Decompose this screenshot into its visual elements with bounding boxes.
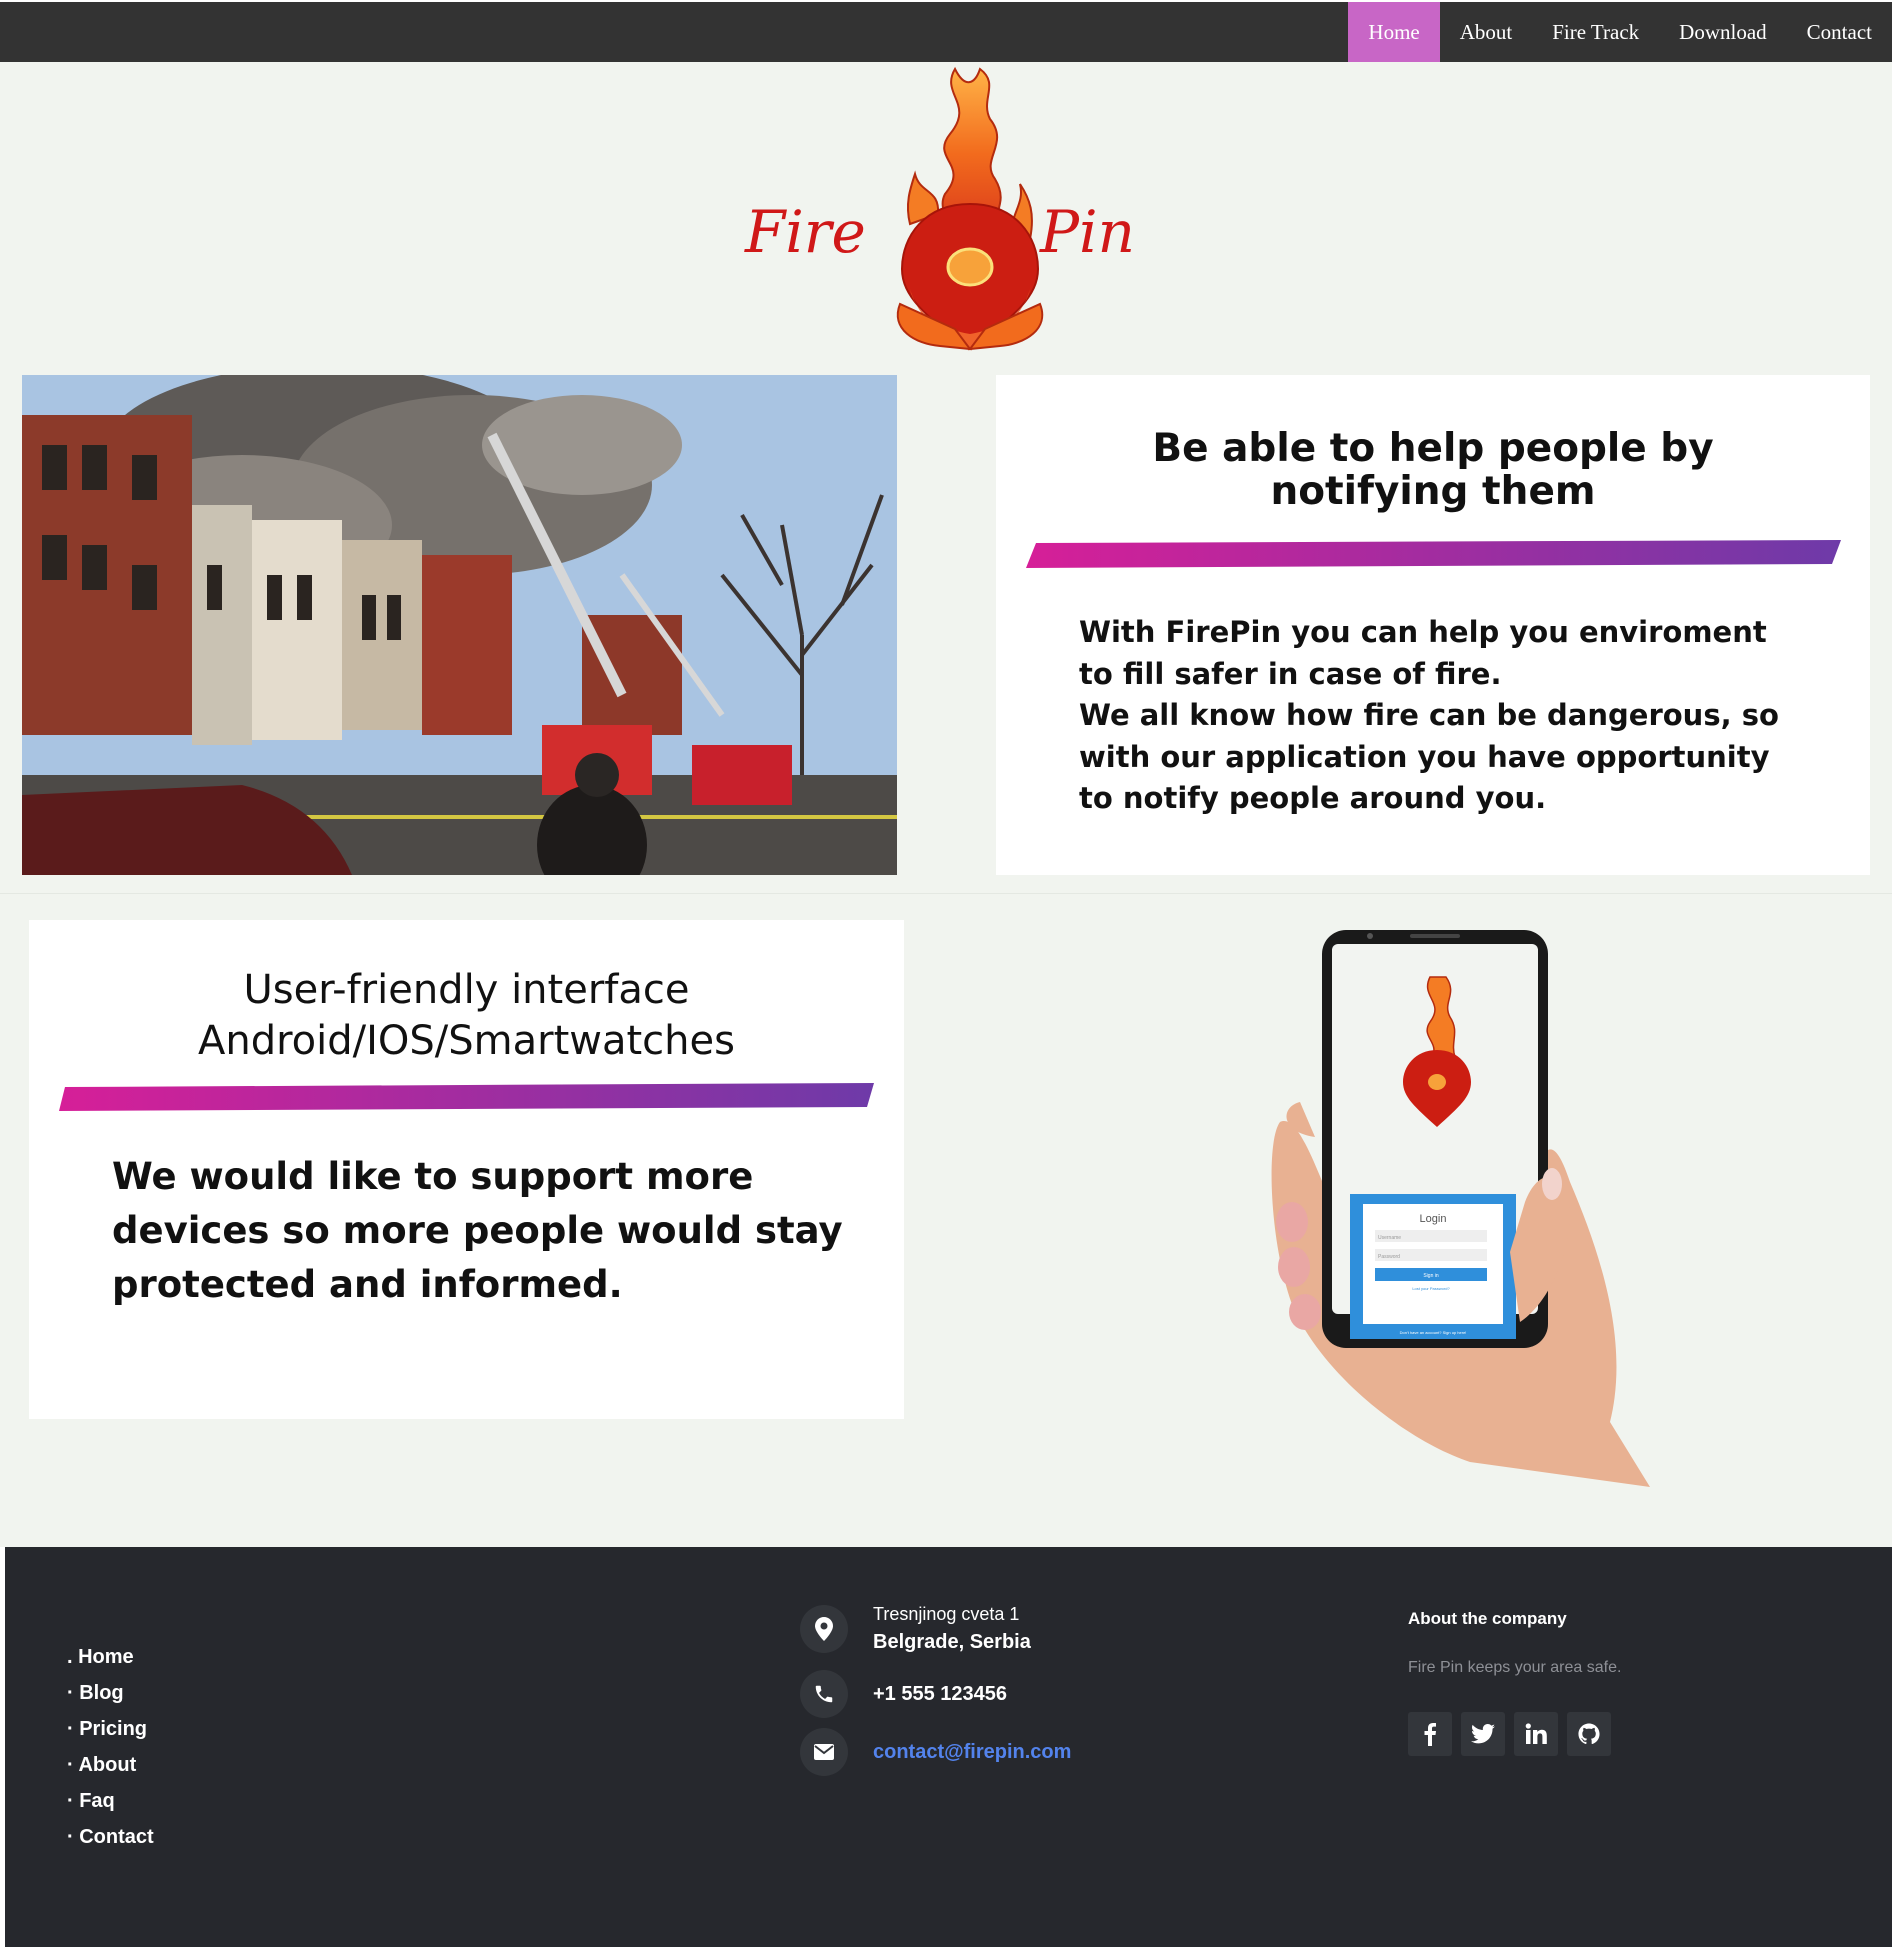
accent-bar <box>59 1083 874 1111</box>
phone-username-field: Username <box>1378 1235 1401 1241</box>
about-company-text: Fire Pin keeps your area safe. <box>1408 1659 1622 1676</box>
logo-word-pin: Pin <box>1039 198 1135 266</box>
feature-devices-body: We would like to support more devices so… <box>112 1155 843 1306</box>
footer-address: Tresnjinog cveta 1 Belgrade, Serbia <box>800 1604 1031 1654</box>
footer-link-about[interactable]: · About <box>67 1747 154 1783</box>
footer-link-blog[interactable]: · Blog <box>67 1675 154 1711</box>
nav-about[interactable]: About <box>1440 2 1533 62</box>
nav-download[interactable]: Download <box>1659 2 1787 62</box>
footer-phone: +1 555 123456 <box>800 1670 1007 1718</box>
footer-link-faq[interactable]: · Faq <box>67 1783 154 1819</box>
accent-bar <box>1026 540 1841 568</box>
footer-link-contact[interactable]: · Contact <box>67 1819 154 1855</box>
map-marker-icon <box>800 1605 848 1653</box>
facebook-icon[interactable] <box>1408 1712 1452 1756</box>
feature-notify-title: Be able to help people by notifying them <box>1152 426 1714 514</box>
email-link[interactable]: contact@firepin.com <box>873 1741 1071 1764</box>
about-company-title: About the company <box>1408 1609 1567 1628</box>
section-divider <box>0 893 1892 894</box>
logo-word-fire: Fire <box>744 198 866 266</box>
main-content: Fire Pin Be able to help people by notif… <box>0 62 1892 1547</box>
social-links <box>1408 1712 1808 1756</box>
phone-icon <box>800 1670 848 1718</box>
footer-link-home[interactable]: . Home <box>67 1639 154 1675</box>
feature-notify-body: With FirePin you can help you enviroment… <box>1079 615 1779 815</box>
footer-nav: . Home · Blog · Pricing · About · Faq · … <box>67 1639 154 1855</box>
feature-devices-title: User-friendly interface Android/IOS/Smar… <box>198 967 735 1064</box>
linkedin-icon[interactable] <box>1514 1712 1558 1756</box>
site-footer: . Home · Blog · Pricing · About · Faq · … <box>5 1547 1892 1947</box>
phone-in-hand-image: LG Login Username Password Sign in Lost … <box>1270 922 1670 1487</box>
phone-forgot-link: Lost your Password? <box>1412 1286 1450 1291</box>
feature-card-devices: User-friendly interface Android/IOS/Smar… <box>29 920 904 1419</box>
nav-contact[interactable]: Contact <box>1787 2 1892 62</box>
twitter-icon[interactable] <box>1461 1712 1505 1756</box>
phone-signup-text: Don't have an account? Sign up here! <box>1400 1330 1467 1335</box>
phone-signin-button: Sign in <box>1423 1273 1439 1279</box>
fire-pin-logo: Fire Pin <box>740 64 1160 354</box>
address-line2: Belgrade, Serbia <box>873 1631 1031 1653</box>
nav-links: Home About Fire Track Download Contact <box>1348 2 1892 62</box>
footer-link-pricing[interactable]: · Pricing <box>67 1711 154 1747</box>
fire-scene-photo <box>22 375 897 875</box>
envelope-icon <box>800 1728 848 1776</box>
address-line1: Tresnjinog cveta 1 <box>873 1604 1020 1624</box>
footer-email: contact@firepin.com <box>800 1728 1071 1776</box>
nav-home[interactable]: Home <box>1348 2 1440 62</box>
phone-login-title: Login <box>1420 1213 1447 1225</box>
feature-card-notify: Be able to help people by notifying them… <box>996 375 1870 875</box>
footer-about: About the company Fire Pin keeps your ar… <box>1408 1609 1808 1756</box>
phone-number: +1 555 123456 <box>873 1682 1008 1705</box>
top-navbar: Home About Fire Track Download Contact <box>0 2 1892 62</box>
github-icon[interactable] <box>1567 1712 1611 1756</box>
phone-password-field: Password <box>1378 1254 1400 1260</box>
nav-fire-track[interactable]: Fire Track <box>1532 2 1659 62</box>
